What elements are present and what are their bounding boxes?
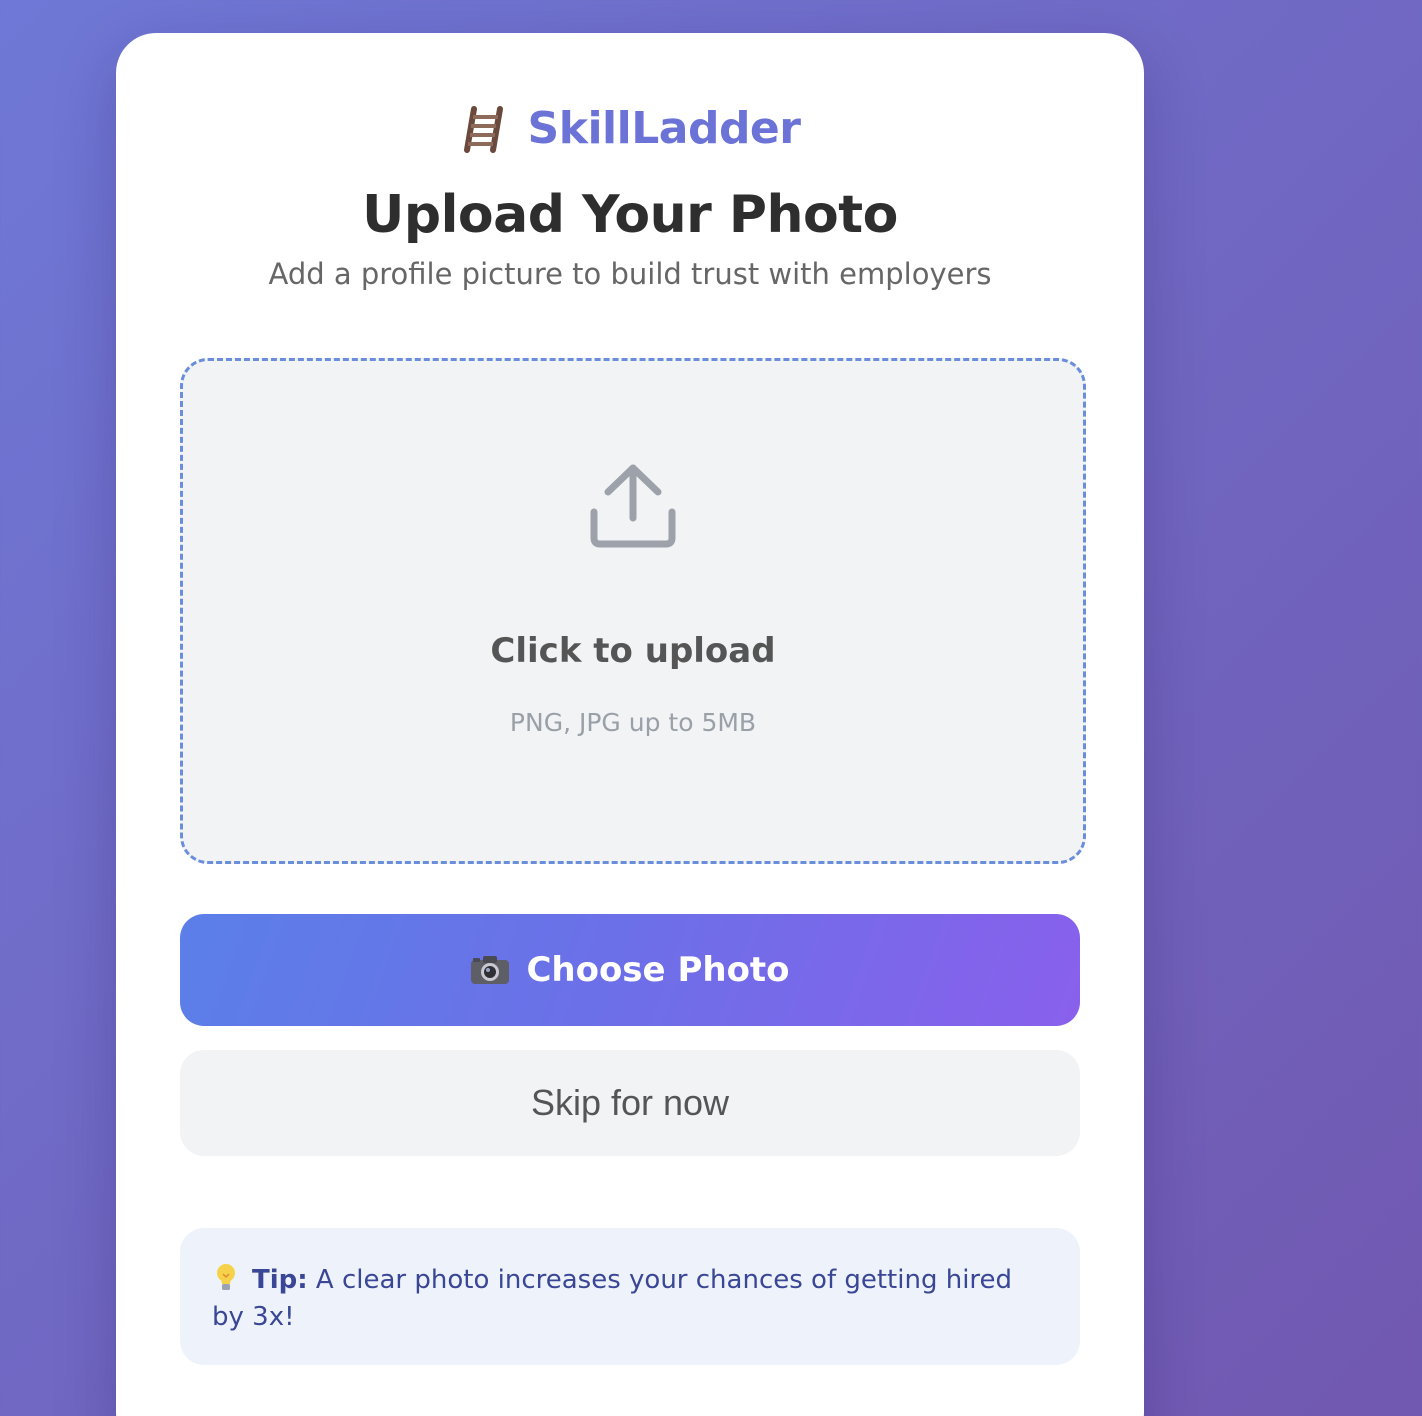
- tip-text: A clear photo increases your chances of …: [212, 1265, 1013, 1332]
- skip-for-now-button[interactable]: Skip for now: [180, 1050, 1080, 1156]
- page-subtitle: Add a profile picture to build trust wit…: [268, 257, 992, 291]
- lightbulb-icon: [217, 1264, 235, 1290]
- camera-icon: [471, 956, 510, 984]
- page-title: Upload Your Photo: [362, 185, 898, 245]
- ladder-icon: [463, 105, 503, 153]
- dropzone-title: Click to upload: [490, 631, 776, 671]
- choose-photo-label: Choose Photo: [526, 950, 790, 990]
- choose-photo-button[interactable]: Choose Photo: [180, 914, 1080, 1026]
- upload-icon: [590, 464, 676, 548]
- tip-box: Tip: A clear photo increases your chance…: [180, 1228, 1080, 1365]
- brand-name: SkillLadder: [527, 103, 801, 154]
- upload-photo-card: SkillLadder Upload Your Photo Add a prof…: [116, 33, 1144, 1416]
- dropzone-hint: PNG, JPG up to 5MB: [509, 708, 757, 737]
- tip-label: Tip:: [252, 1265, 308, 1295]
- skip-for-now-label: Skip for now: [530, 1082, 730, 1123]
- upload-dropzone[interactable]: Click to upload PNG, JPG up to 5MB: [180, 358, 1086, 864]
- brand-header: SkillLadder: [116, 103, 1144, 154]
